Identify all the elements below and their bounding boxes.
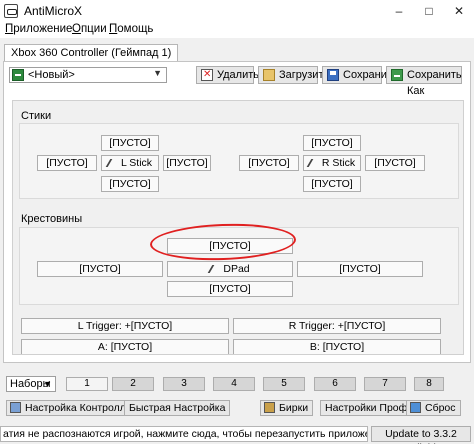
profile-select[interactable]: <Новый> ▼ [9, 67, 167, 83]
stick-icon [306, 159, 322, 167]
l-stick-down-button[interactable]: [ПУСТО] [101, 176, 159, 192]
tab-controller[interactable]: Xbox 360 Controller (Геймпад 1) [4, 44, 179, 62]
reset-icon [410, 402, 421, 413]
set-button-4[interactable]: 4 [213, 377, 255, 391]
chevron-down-icon: ▼ [153, 68, 162, 78]
menu-help[interactable]: Помощь [109, 23, 153, 35]
status-bar: атия не распознаются игрой, нажмите сюда… [0, 424, 474, 444]
set-button-7[interactable]: 7 [364, 377, 406, 391]
r-trigger-button[interactable]: R Trigger: +[ПУСТО] [233, 318, 441, 334]
chevron-down-icon: ▼ [43, 379, 52, 389]
a-button[interactable]: A: [ПУСТО] [21, 339, 229, 354]
load-button[interactable]: Загрузить [258, 66, 329, 84]
set-button-2[interactable]: 2 [112, 377, 154, 391]
minimize-button[interactable]: – [384, 0, 414, 22]
set-button-5[interactable]: 5 [263, 377, 305, 391]
b-button[interactable]: B: [ПУСТО] [233, 339, 441, 354]
l-stick-left-button[interactable]: [ПУСТО] [37, 155, 97, 171]
save-button[interactable]: Сохранить [322, 66, 398, 84]
l-stick-up-button[interactable]: [ПУСТО] [101, 135, 159, 151]
update-button[interactable]: Update to 3.3.2 available [371, 426, 471, 444]
dpad-label: Крестовины [21, 213, 83, 225]
dpad-button[interactable]: DPad [167, 261, 293, 277]
delete-icon [201, 67, 213, 83]
r-stick-down-button[interactable]: [ПУСТО] [303, 176, 361, 192]
r-stick-button[interactable]: R Stick [303, 155, 361, 171]
tab-bar: Xbox 360 Controller (Геймпад 1) [0, 38, 474, 62]
reset-button[interactable]: Сброс [406, 400, 461, 416]
quick-set-button[interactable]: Быстрая Настройка [124, 400, 231, 416]
l-trigger-button[interactable]: L Trigger: +[ПУСТО] [21, 318, 229, 334]
save-as-icon [391, 69, 403, 81]
sticks-label: Стики [21, 110, 52, 122]
set-button-1[interactable]: 1 [66, 377, 108, 391]
r-stick-up-button[interactable]: [ПУСТО] [303, 135, 361, 151]
folder-icon [263, 69, 275, 81]
menu-bar: Приложение Опции Помощь [0, 22, 474, 38]
save-icon [327, 69, 339, 81]
l-stick-button[interactable]: L Stick [101, 155, 159, 171]
r-stick-right-button[interactable]: [ПУСТО] [365, 155, 425, 171]
menu-options[interactable]: Опции [72, 23, 107, 35]
profile-select-value: <Новый> [28, 69, 75, 81]
dpad-left-button[interactable]: [ПУСТО] [37, 261, 163, 277]
names-button[interactable]: Бирки [260, 400, 314, 416]
delete-button[interactable]: Удалить [196, 66, 259, 84]
gamepad-icon [4, 4, 18, 18]
title-bar: AntiMicroX – □ ✕ [0, 0, 474, 22]
set-button-6[interactable]: 6 [314, 377, 356, 391]
window-title: AntiMicroX [24, 4, 83, 18]
set-button-8[interactable]: 8 [414, 377, 444, 391]
menu-application[interactable]: Приложение [5, 23, 72, 35]
gamepad-settings-icon [10, 402, 21, 413]
dpad-right-button[interactable]: [ПУСТО] [297, 261, 423, 277]
status-message[interactable]: атия не распознаются игрой, нажмите сюда… [0, 426, 368, 442]
maximize-button[interactable]: □ [414, 0, 444, 22]
dpad-icon [208, 265, 223, 273]
l-stick-right-button[interactable]: [ПУСТО] [163, 155, 211, 171]
tag-icon [264, 402, 275, 413]
sets-select[interactable]: Наборы ▼ [6, 376, 56, 392]
dpad-down-button[interactable]: [ПУСТО] [167, 281, 293, 297]
save-as-button[interactable]: Сохранить Как [386, 66, 462, 97]
set-button-3[interactable]: 3 [163, 377, 205, 391]
close-button[interactable]: ✕ [444, 0, 474, 22]
r-stick-left-button[interactable]: [ПУСТО] [239, 155, 299, 171]
profile-icon [12, 69, 24, 81]
stick-icon [105, 159, 121, 167]
